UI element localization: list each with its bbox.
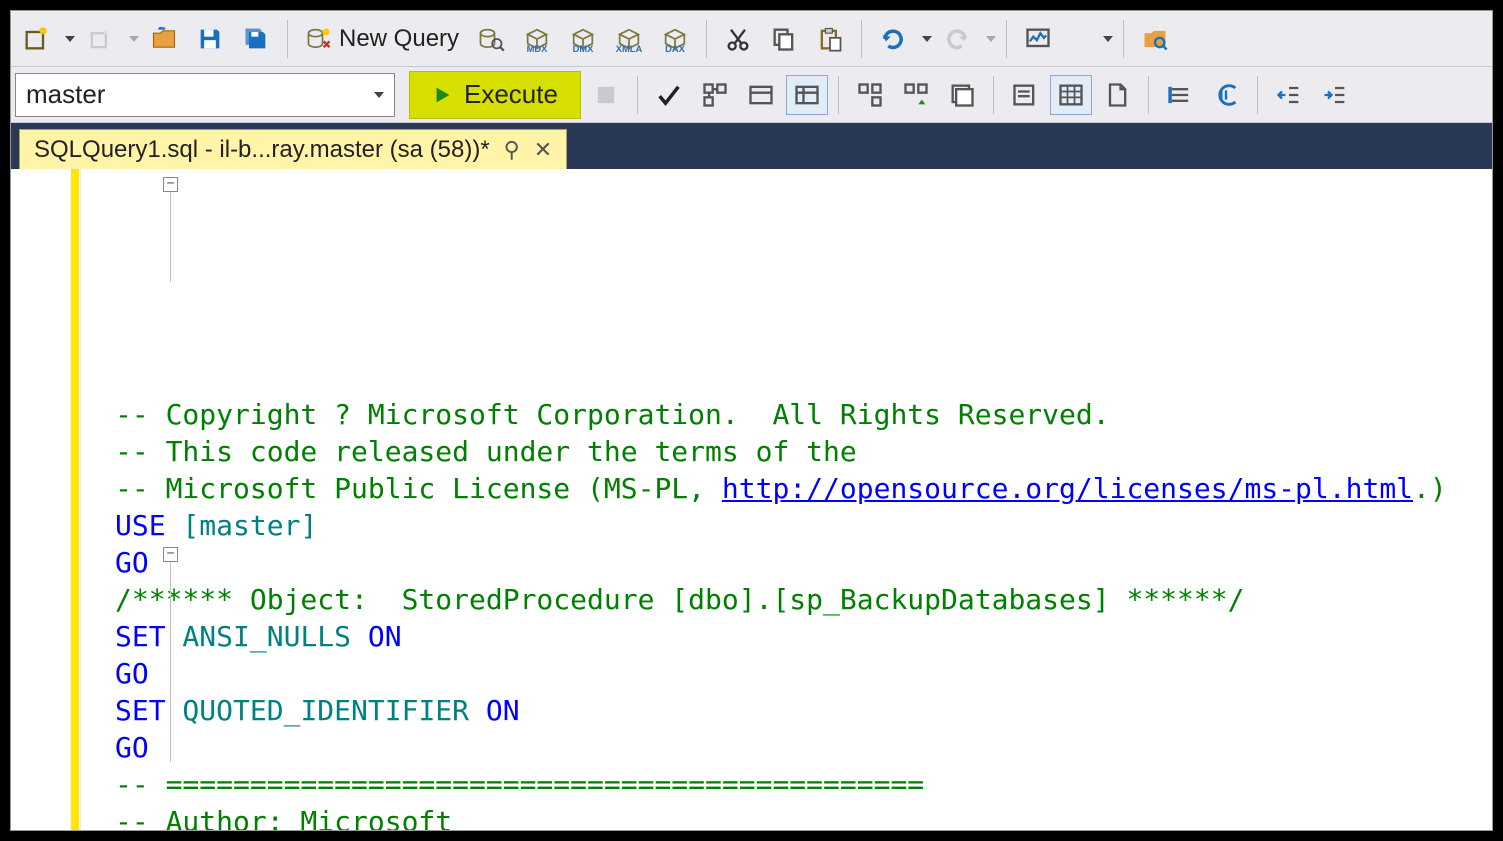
undo-icon[interactable] bbox=[872, 19, 914, 59]
code-line: USE [master] bbox=[115, 507, 1492, 544]
copy-icon[interactable] bbox=[763, 19, 805, 59]
code-line: -- This code released under the terms of… bbox=[115, 433, 1492, 470]
redo-icon bbox=[936, 19, 978, 59]
code-line: -- Copyright ? Microsoft Corporation. Al… bbox=[115, 396, 1492, 433]
comment-icon[interactable] bbox=[1159, 75, 1201, 115]
estimated-plan-icon[interactable] bbox=[694, 75, 736, 115]
query-options-icon[interactable] bbox=[740, 75, 782, 115]
new-item-dropdown bbox=[129, 36, 139, 42]
svg-text:DMX: DMX bbox=[573, 43, 595, 52]
database-query-icon[interactable] bbox=[470, 19, 512, 59]
code-line: GO bbox=[115, 544, 1492, 581]
code-line: SET ANSI_NULLS ON bbox=[115, 618, 1492, 655]
stop-icon bbox=[585, 75, 627, 115]
code-line: -- Microsoft Public License (MS-PL, http… bbox=[115, 470, 1492, 507]
undo-dropdown[interactable] bbox=[922, 36, 932, 42]
modification-bar bbox=[71, 169, 79, 830]
new-project-dropdown[interactable] bbox=[65, 36, 75, 42]
save-icon[interactable] bbox=[189, 19, 231, 59]
svg-text:XMLA: XMLA bbox=[616, 43, 643, 52]
live-stats-icon[interactable] bbox=[895, 75, 937, 115]
fold-toggle[interactable]: − bbox=[163, 177, 178, 192]
code-line: -- Author: Microsoft bbox=[115, 803, 1492, 830]
toolbar-query: master Execute bbox=[11, 67, 1492, 123]
new-item-icon bbox=[79, 19, 121, 59]
client-stats-icon[interactable] bbox=[941, 75, 983, 115]
results-grid-icon[interactable] bbox=[1050, 75, 1092, 115]
editor-gutter bbox=[11, 169, 81, 830]
save-all-icon[interactable] bbox=[235, 19, 277, 59]
fold-toggle[interactable]: − bbox=[163, 547, 178, 562]
actual-plan-icon[interactable] bbox=[849, 75, 891, 115]
parse-icon[interactable] bbox=[648, 75, 690, 115]
code-line: -- =====================================… bbox=[115, 766, 1492, 803]
xmla-icon[interactable]: XMLA bbox=[608, 19, 650, 59]
database-selector-value: master bbox=[26, 79, 105, 110]
decrease-indent-icon[interactable] bbox=[1268, 75, 1310, 115]
code-line: GO bbox=[115, 729, 1492, 766]
paste-icon[interactable] bbox=[809, 19, 851, 59]
window-dropdown[interactable] bbox=[1103, 36, 1113, 42]
tab-sqlquery1[interactable]: SQLQuery1.sql - il-b...ray.master (sa (5… bbox=[19, 129, 567, 169]
sql-editor[interactable]: − − -- Copyright ? Microsoft Corporation… bbox=[11, 169, 1492, 830]
svg-text:MDX: MDX bbox=[527, 43, 549, 52]
dmx-icon[interactable]: DMX bbox=[562, 19, 604, 59]
database-selector[interactable]: master bbox=[15, 73, 395, 117]
redo-dropdown bbox=[986, 36, 996, 42]
execute-button[interactable]: Execute bbox=[409, 71, 581, 119]
ssms-window: New Query MDX DMX XMLA DAX bbox=[10, 10, 1493, 831]
fold-guide bbox=[170, 192, 171, 282]
dax-icon[interactable]: DAX bbox=[654, 19, 696, 59]
url-link[interactable]: http://opensource.org/licenses/ms-pl.htm… bbox=[722, 472, 1413, 505]
increase-indent-icon[interactable] bbox=[1314, 75, 1356, 115]
find-icon[interactable] bbox=[1134, 19, 1176, 59]
new-query-label: New Query bbox=[339, 25, 459, 53]
close-icon[interactable]: ✕ bbox=[534, 137, 552, 163]
intellisense-icon[interactable] bbox=[786, 75, 828, 115]
open-file-icon[interactable] bbox=[143, 19, 185, 59]
cut-icon[interactable] bbox=[717, 19, 759, 59]
new-project-icon[interactable] bbox=[15, 19, 57, 59]
fold-guide bbox=[170, 562, 171, 762]
code-line: GO bbox=[115, 655, 1492, 692]
chevron-down-icon bbox=[374, 92, 384, 98]
toolbar-main: New Query MDX DMX XMLA DAX bbox=[11, 11, 1492, 67]
tab-title: SQLQuery1.sql - il-b...ray.master (sa (5… bbox=[34, 136, 490, 164]
results-text-icon[interactable] bbox=[1004, 75, 1046, 115]
activity-monitor-icon[interactable] bbox=[1017, 19, 1059, 59]
new-query-button[interactable]: New Query bbox=[298, 19, 466, 59]
pin-icon[interactable]: ⚲ bbox=[504, 137, 520, 163]
results-file-icon[interactable] bbox=[1096, 75, 1138, 115]
uncomment-icon[interactable] bbox=[1205, 75, 1247, 115]
editor-tabstrip: SQLQuery1.sql - il-b...ray.master (sa (5… bbox=[11, 123, 1492, 169]
code-area[interactable]: − − -- Copyright ? Microsoft Corporation… bbox=[81, 169, 1492, 830]
code-line: SET QUOTED_IDENTIFIER ON bbox=[115, 692, 1492, 729]
execute-label: Execute bbox=[464, 79, 558, 110]
mdx-icon[interactable]: MDX bbox=[516, 19, 558, 59]
svg-text:DAX: DAX bbox=[665, 43, 685, 52]
code-line: /****** Object: StoredProcedure [dbo].[s… bbox=[115, 581, 1492, 618]
